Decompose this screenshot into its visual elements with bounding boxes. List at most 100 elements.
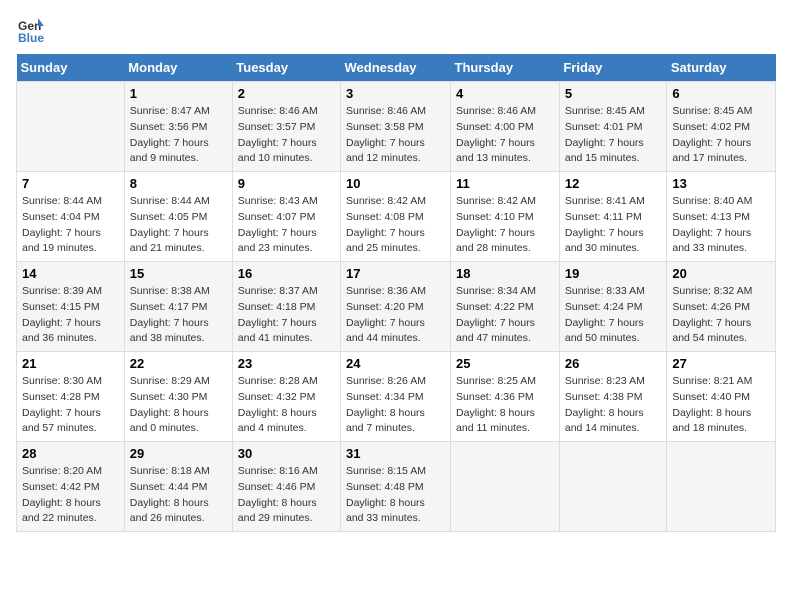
- header-cell-monday: Monday: [124, 54, 232, 82]
- day-info: Sunrise: 8:39 AMSunset: 4:15 PMDaylight:…: [22, 284, 119, 347]
- header-cell-thursday: Thursday: [451, 54, 560, 82]
- calendar-week-5: 28 Sunrise: 8:20 AMSunset: 4:42 PMDayligh…: [17, 442, 776, 532]
- calendar-cell: 24 Sunrise: 8:26 AMSunset: 4:34 PMDayligh…: [341, 352, 451, 442]
- day-number: 13: [672, 176, 770, 191]
- calendar-cell: [559, 442, 667, 532]
- day-number: 11: [456, 176, 554, 191]
- day-info: Sunrise: 8:46 AMSunset: 3:58 PMDaylight:…: [346, 104, 445, 167]
- calendar-cell: 23 Sunrise: 8:28 AMSunset: 4:32 PMDayligh…: [232, 352, 340, 442]
- day-number: 6: [672, 86, 770, 101]
- day-number: 24: [346, 356, 445, 371]
- header-cell-saturday: Saturday: [667, 54, 776, 82]
- day-number: 12: [565, 176, 662, 191]
- day-info: Sunrise: 8:46 AMSunset: 4:00 PMDaylight:…: [456, 104, 554, 167]
- day-info: Sunrise: 8:20 AMSunset: 4:42 PMDaylight:…: [22, 464, 119, 527]
- calendar-cell: 8Sunrise: 8:44 AMSunset: 4:05 PMDaylight…: [124, 172, 232, 262]
- day-number: 4: [456, 86, 554, 101]
- calendar-cell: [667, 442, 776, 532]
- day-number: 20: [672, 266, 770, 281]
- calendar-cell: 5Sunrise: 8:45 AMSunset: 4:01 PMDaylight…: [559, 82, 667, 172]
- calendar-cell: 16Sunrise: 8:37 AMSunset: 4:18 PMDayligh…: [232, 262, 340, 352]
- calendar-cell: 29 Sunrise: 8:18 AMSunset: 4:44 PMDayligh…: [124, 442, 232, 532]
- calendar-cell: 15 Sunrise: 8:38 AMSunset: 4:17 PMDayligh…: [124, 262, 232, 352]
- calendar-cell: 9 Sunrise: 8:43 AMSunset: 4:07 PMDaylight…: [232, 172, 340, 262]
- day-number: 29: [130, 446, 227, 461]
- calendar-cell: [451, 442, 560, 532]
- day-info: Sunrise: 8:41 AMSunset: 4:11 PMDaylight:…: [565, 194, 662, 257]
- day-info: Sunrise: 8:21 AMSunset: 4:40 PMDaylight:…: [672, 374, 770, 437]
- calendar-header-row: SundayMondayTuesdayWednesdayThursdayFrid…: [17, 54, 776, 82]
- calendar-cell: 22 Sunrise: 8:29 AMSunset: 4:30 PMDayligh…: [124, 352, 232, 442]
- day-info: Sunrise: 8:38 AMSunset: 4:17 PMDaylight:…: [130, 284, 227, 347]
- day-number: 8: [130, 176, 227, 191]
- day-info: Sunrise: 8:29 AMSunset: 4:30 PMDaylight:…: [130, 374, 227, 437]
- day-number: 3: [346, 86, 445, 101]
- calendar-cell: 2 Sunrise: 8:46 AMSunset: 3:57 PMDaylight…: [232, 82, 340, 172]
- calendar-cell: 25 Sunrise: 8:25 AMSunset: 4:36 PMDayligh…: [451, 352, 560, 442]
- day-number: 15: [130, 266, 227, 281]
- day-info: Sunrise: 8:26 AMSunset: 4:34 PMDaylight:…: [346, 374, 445, 437]
- calendar-cell: 12 Sunrise: 8:41 AMSunset: 4:11 PMDayligh…: [559, 172, 667, 262]
- day-number: 18: [456, 266, 554, 281]
- header-cell-friday: Friday: [559, 54, 667, 82]
- calendar-cell: 11Sunrise: 8:42 AMSunset: 4:10 PMDayligh…: [451, 172, 560, 262]
- day-info: Sunrise: 8:32 AMSunset: 4:26 PMDaylight:…: [672, 284, 770, 347]
- calendar-week-3: 14 Sunrise: 8:39 AMSunset: 4:15 PMDayligh…: [17, 262, 776, 352]
- calendar-cell: 28 Sunrise: 8:20 AMSunset: 4:42 PMDayligh…: [17, 442, 125, 532]
- calendar-cell: 26 Sunrise: 8:23 AMSunset: 4:38 PMDayligh…: [559, 352, 667, 442]
- calendar-week-1: 1Sunrise: 8:47 AMSunset: 3:56 PMDaylight…: [17, 82, 776, 172]
- day-number: 14: [22, 266, 119, 281]
- day-info: Sunrise: 8:34 AMSunset: 4:22 PMDaylight:…: [456, 284, 554, 347]
- day-info: Sunrise: 8:46 AMSunset: 3:57 PMDaylight:…: [238, 104, 335, 167]
- calendar-cell: 19 Sunrise: 8:33 AMSunset: 4:24 PMDayligh…: [559, 262, 667, 352]
- day-info: Sunrise: 8:15 AMSunset: 4:48 PMDaylight:…: [346, 464, 445, 527]
- day-number: 28: [22, 446, 119, 461]
- day-number: 23: [238, 356, 335, 371]
- calendar-week-4: 21 Sunrise: 8:30 AMSunset: 4:28 PMDayligh…: [17, 352, 776, 442]
- header-cell-wednesday: Wednesday: [341, 54, 451, 82]
- day-number: 5: [565, 86, 662, 101]
- calendar-cell: 31 Sunrise: 8:15 AMSunset: 4:48 PMDayligh…: [341, 442, 451, 532]
- day-number: 21: [22, 356, 119, 371]
- day-info: Sunrise: 8:42 AMSunset: 4:08 PMDaylight:…: [346, 194, 445, 257]
- day-info: Sunrise: 8:30 AMSunset: 4:28 PMDaylight:…: [22, 374, 119, 437]
- calendar-cell: 4 Sunrise: 8:46 AMSunset: 4:00 PMDaylight…: [451, 82, 560, 172]
- calendar-cell: 18 Sunrise: 8:34 AMSunset: 4:22 PMDayligh…: [451, 262, 560, 352]
- day-number: 2: [238, 86, 335, 101]
- day-number: 19: [565, 266, 662, 281]
- day-info: Sunrise: 8:43 AMSunset: 4:07 PMDaylight:…: [238, 194, 335, 257]
- calendar-cell: 1Sunrise: 8:47 AMSunset: 3:56 PMDaylight…: [124, 82, 232, 172]
- calendar-cell: 3 Sunrise: 8:46 AMSunset: 3:58 PMDaylight…: [341, 82, 451, 172]
- day-info: Sunrise: 8:33 AMSunset: 4:24 PMDaylight:…: [565, 284, 662, 347]
- day-number: 9: [238, 176, 335, 191]
- day-info: Sunrise: 8:18 AMSunset: 4:44 PMDaylight:…: [130, 464, 227, 527]
- day-number: 30: [238, 446, 335, 461]
- svg-text:Blue: Blue: [18, 31, 44, 44]
- calendar-cell: 7Sunrise: 8:44 AMSunset: 4:04 PMDaylight…: [17, 172, 125, 262]
- day-info: Sunrise: 8:28 AMSunset: 4:32 PMDaylight:…: [238, 374, 335, 437]
- calendar-cell: 21 Sunrise: 8:30 AMSunset: 4:28 PMDayligh…: [17, 352, 125, 442]
- day-info: Sunrise: 8:45 AMSunset: 4:02 PMDaylight:…: [672, 104, 770, 167]
- calendar-cell: [17, 82, 125, 172]
- day-info: Sunrise: 8:36 AMSunset: 4:20 PMDaylight:…: [346, 284, 445, 347]
- calendar-cell: 30Sunrise: 8:16 AMSunset: 4:46 PMDayligh…: [232, 442, 340, 532]
- calendar-cell: 27Sunrise: 8:21 AMSunset: 4:40 PMDayligh…: [667, 352, 776, 442]
- day-info: Sunrise: 8:23 AMSunset: 4:38 PMDaylight:…: [565, 374, 662, 437]
- calendar-cell: 14 Sunrise: 8:39 AMSunset: 4:15 PMDayligh…: [17, 262, 125, 352]
- calendar-week-2: 7Sunrise: 8:44 AMSunset: 4:04 PMDaylight…: [17, 172, 776, 262]
- day-number: 22: [130, 356, 227, 371]
- day-number: 7: [22, 176, 119, 191]
- day-info: Sunrise: 8:47 AMSunset: 3:56 PMDaylight:…: [130, 104, 227, 167]
- day-info: Sunrise: 8:25 AMSunset: 4:36 PMDaylight:…: [456, 374, 554, 437]
- header: Gen Blue: [16, 16, 776, 44]
- day-info: Sunrise: 8:40 AMSunset: 4:13 PMDaylight:…: [672, 194, 770, 257]
- day-number: 31: [346, 446, 445, 461]
- day-number: 25: [456, 356, 554, 371]
- calendar-cell: 17Sunrise: 8:36 AMSunset: 4:20 PMDayligh…: [341, 262, 451, 352]
- calendar-table: SundayMondayTuesdayWednesdayThursdayFrid…: [16, 54, 776, 532]
- calendar-cell: 13 Sunrise: 8:40 AMSunset: 4:13 PMDayligh…: [667, 172, 776, 262]
- day-number: 26: [565, 356, 662, 371]
- header-cell-sunday: Sunday: [17, 54, 125, 82]
- calendar-cell: 20 Sunrise: 8:32 AMSunset: 4:26 PMDayligh…: [667, 262, 776, 352]
- calendar-cell: 6 Sunrise: 8:45 AMSunset: 4:02 PMDaylight…: [667, 82, 776, 172]
